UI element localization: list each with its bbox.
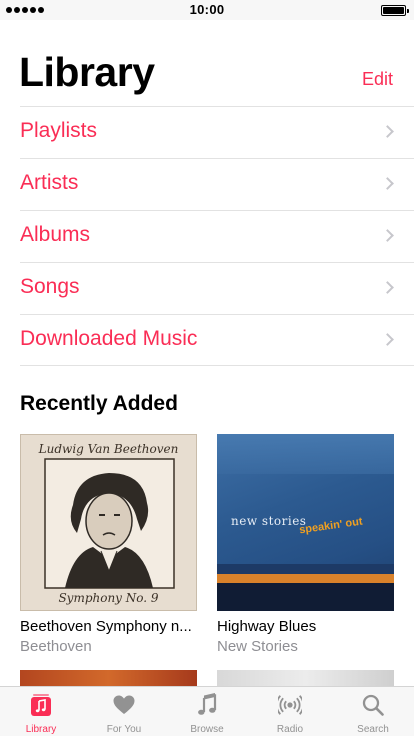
album-artist: New Stories bbox=[217, 638, 298, 655]
page-title: Library bbox=[19, 49, 155, 95]
portrait-illustration bbox=[44, 458, 175, 589]
status-time: 10:00 bbox=[189, 2, 225, 17]
album-art-partial[interactable] bbox=[217, 670, 394, 687]
album-card-highway-blues[interactable]: new stories speakin' out Highway Blues N… bbox=[217, 434, 394, 655]
album-art: Ludwig Van Beethoven Symphony No. 9 bbox=[20, 434, 197, 611]
menu-item-label: Playlists bbox=[20, 119, 98, 142]
tab-for-you[interactable]: For You bbox=[83, 687, 165, 736]
album-title: Highway Blues bbox=[217, 618, 317, 635]
album-art: new stories speakin' out bbox=[217, 434, 394, 611]
tab-bar: Library For You Browse Radio Search bbox=[0, 686, 414, 736]
chevron-right-icon bbox=[381, 281, 394, 294]
music-note-icon bbox=[198, 693, 217, 715]
edit-button[interactable]: Edit bbox=[362, 69, 393, 90]
album-cover-text: speakin' out bbox=[298, 515, 364, 537]
album-cover-text: Symphony No. 9 bbox=[58, 591, 159, 605]
tab-library[interactable]: Library bbox=[0, 687, 82, 736]
heart-icon bbox=[113, 695, 135, 714]
recently-added-heading: Recently Added bbox=[20, 392, 178, 415]
tab-radio[interactable]: Radio bbox=[249, 687, 331, 736]
menu-item-label: Albums bbox=[20, 223, 91, 246]
menu-item-artists[interactable]: Artists bbox=[20, 158, 414, 210]
chevron-right-icon bbox=[381, 177, 394, 190]
menu-item-label: Artists bbox=[20, 171, 79, 194]
album-art-partial[interactable] bbox=[20, 670, 197, 687]
tab-label: Radio bbox=[276, 724, 304, 735]
battery-icon bbox=[381, 5, 409, 16]
chevron-right-icon bbox=[381, 229, 394, 242]
radio-icon bbox=[278, 695, 302, 715]
search-icon bbox=[362, 694, 384, 716]
tab-label: Browse bbox=[190, 724, 224, 735]
library-menu-list: Playlists Artists Albums Songs Downloade… bbox=[20, 106, 414, 366]
status-bar: 10:00 bbox=[0, 0, 414, 20]
album-artist: Beethoven bbox=[20, 638, 92, 655]
chevron-right-icon bbox=[381, 333, 394, 346]
album-card-beethoven[interactable]: Ludwig Van Beethoven Symphony No. 9 Beet… bbox=[20, 434, 197, 655]
menu-item-label: Downloaded Music bbox=[20, 327, 198, 350]
tab-label: For You bbox=[106, 724, 142, 735]
menu-item-downloaded-music[interactable]: Downloaded Music bbox=[20, 314, 414, 366]
menu-item-label: Songs bbox=[20, 275, 80, 298]
library-icon bbox=[31, 694, 51, 716]
menu-item-songs[interactable]: Songs bbox=[20, 262, 414, 314]
album-cover-text: new stories bbox=[231, 514, 307, 528]
menu-item-albums[interactable]: Albums bbox=[20, 210, 414, 262]
chevron-right-icon bbox=[381, 125, 394, 138]
tab-search[interactable]: Search bbox=[332, 687, 414, 736]
menu-item-playlists[interactable]: Playlists bbox=[20, 106, 414, 158]
album-title: Beethoven Symphony n... bbox=[20, 618, 192, 635]
tab-label: Search bbox=[357, 724, 389, 735]
tab-browse[interactable]: Browse bbox=[166, 687, 248, 736]
tab-label: Library bbox=[25, 724, 57, 735]
